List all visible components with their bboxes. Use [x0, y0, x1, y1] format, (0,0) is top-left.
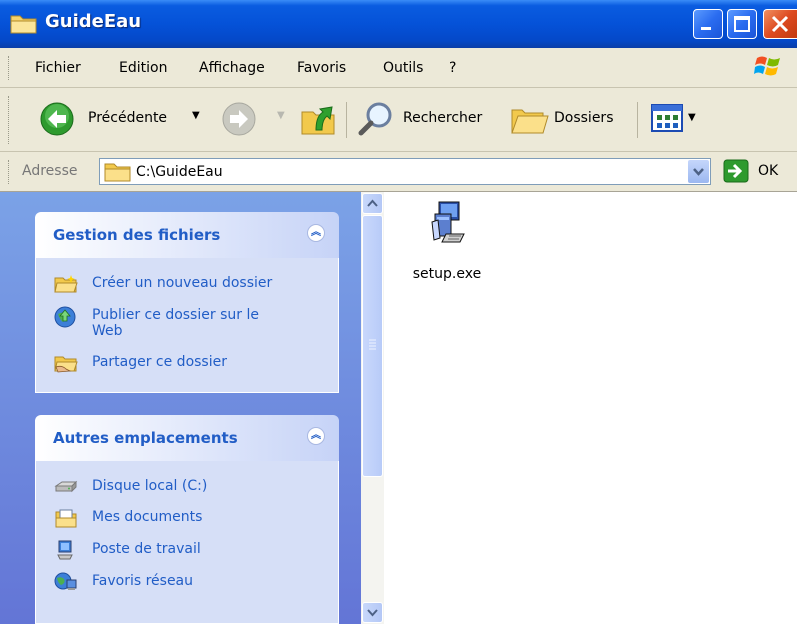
other-places-panel: Autres emplacements ︽ Disque local (C:) — [35, 415, 339, 624]
chevron-down-icon — [693, 168, 704, 176]
place-my-documents[interactable]: Mes documents — [54, 508, 324, 528]
menu-outils[interactable]: Outils — [383, 60, 423, 76]
scroll-down-button[interactable] — [362, 602, 383, 623]
minimize-button[interactable] — [693, 9, 723, 39]
maximize-button[interactable] — [727, 9, 757, 39]
collapse-chevron-icon[interactable]: ︽ — [307, 427, 325, 445]
file-tasks-header[interactable]: Gestion des fichiers ︽ — [35, 212, 339, 258]
maximize-icon — [734, 16, 750, 32]
minimize-icon — [701, 27, 711, 30]
task-label: Partager ce dossier — [92, 354, 227, 370]
place-network[interactable]: Favoris réseau — [54, 572, 324, 592]
my-computer-icon — [57, 540, 73, 560]
title-bar[interactable]: GuideEau — [0, 0, 797, 48]
back-dropdown-icon[interactable]: ▼ — [192, 110, 200, 121]
forward-arrow-icon — [222, 102, 256, 136]
place-local-disk[interactable]: Disque local (C:) — [54, 477, 324, 497]
windows-logo-icon — [754, 52, 784, 84]
collapse-chevron-icon[interactable]: ︽ — [307, 224, 325, 242]
publish-web-icon — [54, 306, 76, 328]
file-tasks-panel: Gestion des fichiers ︽ Créer un nouveau … — [35, 212, 339, 393]
place-my-computer[interactable]: Poste de travail — [54, 540, 324, 560]
go-arrow-icon — [723, 159, 749, 183]
task-label: Publier ce dossier sur le Web — [92, 307, 259, 339]
menu-favoris[interactable]: Favoris — [297, 60, 346, 76]
scroll-thumb[interactable] — [362, 215, 383, 477]
other-places-body: Disque local (C:) Mes documents Poste de… — [35, 461, 339, 624]
task-share-folder[interactable]: Partager ce dossier — [54, 353, 324, 373]
views-dropdown-icon[interactable]: ▼ — [688, 112, 696, 123]
task-label: Créer un nouveau dossier — [92, 275, 273, 291]
search-icon — [358, 102, 392, 136]
task-pane: Gestion des fichiers ︽ Créer un nouveau … — [0, 192, 361, 624]
scroll-up-button[interactable] — [362, 193, 383, 214]
menu-edition[interactable]: Edition — [119, 60, 167, 76]
menu-affichage[interactable]: Affichage — [199, 60, 265, 76]
share-folder-icon — [54, 356, 78, 373]
back-arrow-icon — [40, 102, 74, 136]
back-label: Précédente — [88, 110, 168, 126]
folder-icon — [104, 163, 131, 182]
chevron-down-icon — [367, 609, 378, 617]
place-label: Disque local (C:) — [92, 478, 208, 494]
task-publish-web[interactable]: Publier ce dossier sur le Web — [54, 306, 324, 342]
folders-icon — [511, 109, 549, 134]
chevron-up-icon — [367, 199, 378, 207]
folders-label: Dossiers — [554, 110, 614, 126]
toolbar-separator — [346, 102, 347, 138]
file-tasks-body: Créer un nouveau dossier Publier ce doss… — [35, 258, 339, 393]
place-label: Mes documents — [92, 509, 203, 525]
new-folder-icon — [54, 275, 78, 293]
file-list-area[interactable]: setup.exe — [384, 192, 797, 624]
my-documents-icon — [55, 509, 77, 528]
toolbar-grip — [8, 96, 12, 144]
folders-button[interactable]: Dossiers — [510, 100, 630, 138]
close-icon — [771, 15, 789, 33]
address-input[interactable]: C:\GuideEau — [99, 158, 711, 185]
other-places-title: Autres emplacements — [53, 429, 238, 447]
place-label: Favoris réseau — [92, 573, 194, 589]
setup-installer-icon — [431, 201, 465, 243]
address-path: C:\GuideEau — [136, 164, 223, 180]
forward-dropdown-icon: ▼ — [277, 110, 285, 121]
menu-fichier[interactable]: Fichier — [35, 60, 81, 76]
file-name: setup.exe — [412, 266, 482, 282]
toolbar-separator — [637, 102, 638, 138]
menu-help[interactable]: ? — [449, 60, 456, 76]
up-folder-button[interactable] — [299, 98, 339, 140]
toolbar: Précédente ▼ ▼ Rechercher Dossiers ▼ — [0, 88, 797, 152]
forward-button[interactable]: ▼ — [222, 102, 290, 136]
network-places-icon — [54, 572, 77, 590]
menu-grip — [8, 56, 12, 80]
task-pane-scrollbar[interactable] — [361, 192, 384, 624]
address-dropdown-button[interactable] — [688, 160, 709, 183]
place-label: Poste de travail — [92, 541, 201, 557]
views-button[interactable]: ▼ — [650, 102, 702, 136]
other-places-header[interactable]: Autres emplacements ︽ — [35, 415, 339, 461]
search-button[interactable]: Rechercher — [357, 100, 497, 138]
file-item[interactable]: setup.exe — [406, 200, 488, 290]
address-label: Adresse — [22, 163, 78, 179]
up-folder-icon — [301, 106, 335, 135]
task-new-folder[interactable]: Créer un nouveau dossier — [54, 274, 324, 294]
local-disk-icon — [54, 480, 78, 493]
menu-bar: Fichier Edition Affichage Favoris Outils… — [0, 48, 797, 88]
file-tasks-title: Gestion des fichiers — [53, 226, 221, 244]
views-icon — [651, 104, 683, 132]
grip-lines-icon — [369, 339, 376, 350]
go-button[interactable]: OK — [722, 158, 792, 185]
go-label: OK — [758, 163, 779, 179]
address-bar: Adresse C:\GuideEau OK — [0, 152, 797, 192]
window-title: GuideEau — [45, 11, 142, 32]
close-button[interactable] — [763, 9, 797, 39]
address-grip — [8, 160, 12, 184]
search-label: Rechercher — [403, 110, 483, 126]
folder-icon — [10, 11, 38, 39]
back-button[interactable]: Précédente ▼ — [40, 102, 212, 136]
